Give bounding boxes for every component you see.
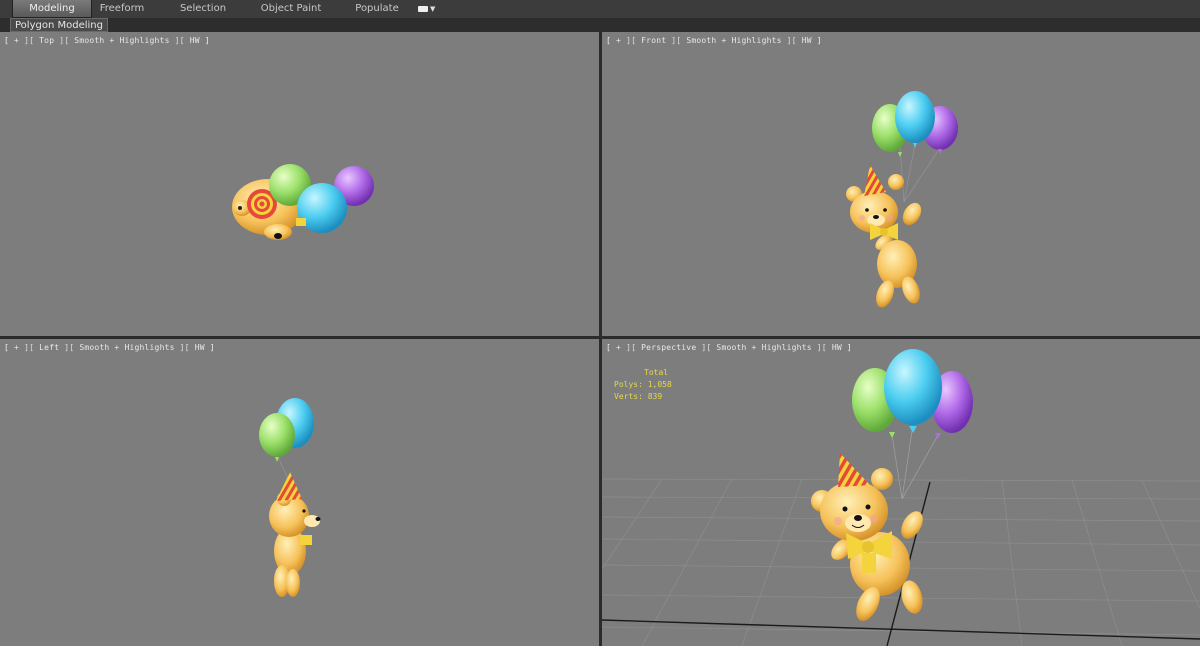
tab-populate[interactable]: Populate [345, 0, 409, 18]
tab-object-paint[interactable]: Object Paint [255, 0, 327, 18]
tab-modeling[interactable]: Modeling [12, 0, 92, 18]
left-view-model [259, 398, 321, 597]
camera-icon [418, 6, 428, 12]
tab-freeform[interactable]: Freeform [92, 0, 152, 18]
tab-selection[interactable]: Selection [170, 0, 236, 18]
front-view-model [846, 91, 958, 308]
perspective-view-model [602, 349, 1200, 646]
chevron-down-icon: ▼ [430, 5, 436, 13]
app-window: Modeling Freeform Selection Object Paint… [0, 0, 1200, 646]
viewport-perspective[interactable]: [ + ][ Perspective ][ Smooth + Highlight… [602, 339, 1200, 646]
top-view-model [232, 164, 374, 240]
polygon-modeling-panel[interactable]: Polygon Modeling [10, 18, 108, 32]
ribbon-panel-bar: Polygon Modeling [0, 18, 1200, 32]
ribbon-options-dropdown[interactable]: ▼ [418, 2, 442, 16]
viewport-front[interactable]: [ + ][ Front ][ Smooth + Highlights ][ H… [602, 32, 1200, 336]
viewport-top[interactable]: [ + ][ Top ][ Smooth + Highlights ][ HW … [0, 32, 599, 336]
ribbon-tab-bar: Modeling Freeform Selection Object Paint… [0, 0, 1200, 19]
viewport-left[interactable]: [ + ][ Left ][ Smooth + Highlights ][ HW… [0, 339, 599, 646]
